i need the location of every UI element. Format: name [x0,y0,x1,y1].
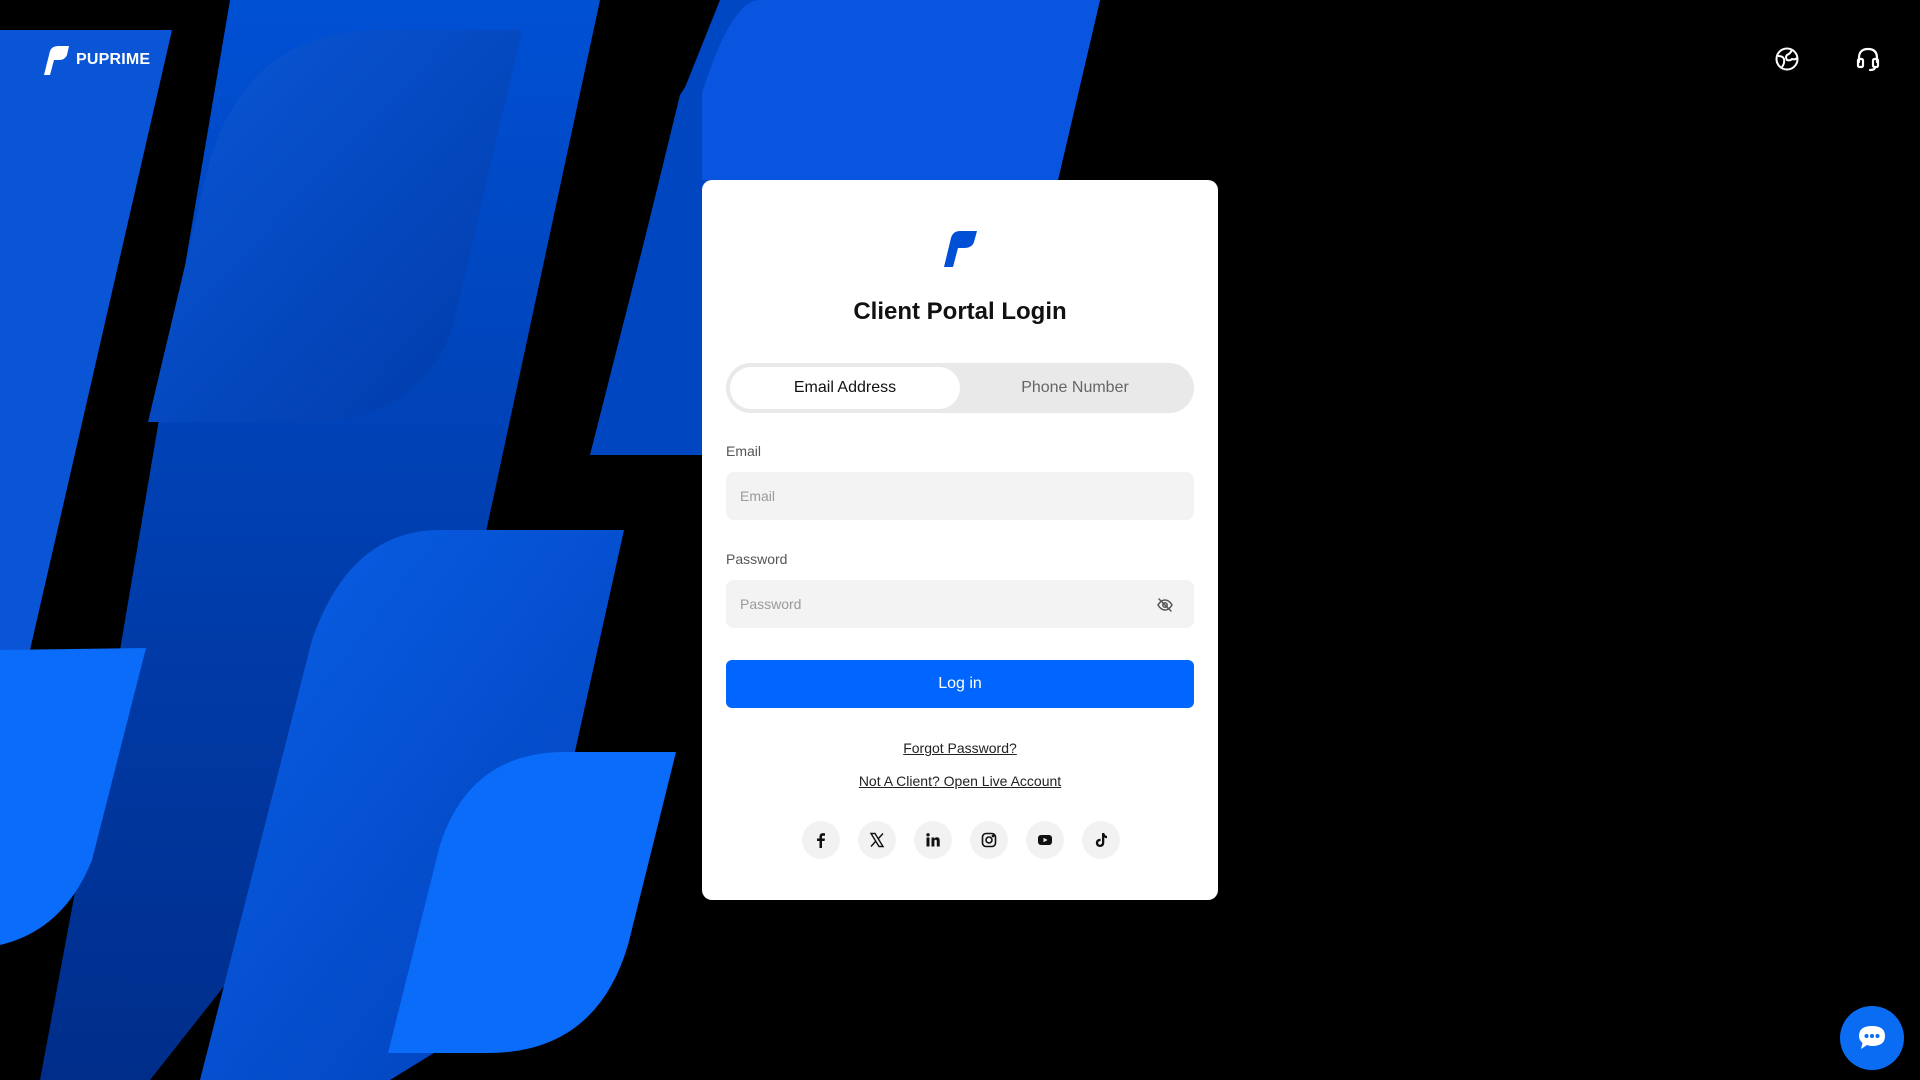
page-title: Client Portal Login [853,298,1067,325]
eye-off-icon[interactable] [1156,596,1174,614]
chat-button[interactable] [1840,1006,1904,1070]
brand-name: PUPRIME [76,51,151,68]
password-field[interactable] [726,580,1194,628]
email-field[interactable] [726,472,1194,520]
login-card: Client Portal Login Email Address Phone … [702,180,1218,900]
open-live-account-link[interactable]: Not A Client? Open Live Account [702,773,1218,789]
facebook-icon[interactable] [802,821,840,859]
social-links [802,821,1120,859]
password-label: Password [726,551,788,567]
login-button[interactable]: Log in [726,660,1194,708]
linkedin-icon[interactable] [914,821,952,859]
instagram-icon[interactable] [970,821,1008,859]
youtube-icon[interactable] [1026,821,1064,859]
globe-icon[interactable] [1774,46,1800,72]
brand-logo[interactable]: PUPRIME [40,44,150,76]
email-label: Email [726,443,762,459]
puprime-logo-icon [44,46,69,75]
chat-bubble-icon [1859,1026,1885,1049]
login-method-tabs: Email Address Phone Number [726,363,1194,413]
forgot-password-link[interactable]: Forgot Password? [702,740,1218,756]
headset-icon[interactable] [1855,46,1881,72]
puprime-logo-icon [944,231,977,267]
x-icon[interactable] [858,821,896,859]
tab-phone-number[interactable]: Phone Number [960,367,1190,409]
tab-email-address[interactable]: Email Address [730,367,960,409]
tiktok-icon[interactable] [1082,821,1120,859]
